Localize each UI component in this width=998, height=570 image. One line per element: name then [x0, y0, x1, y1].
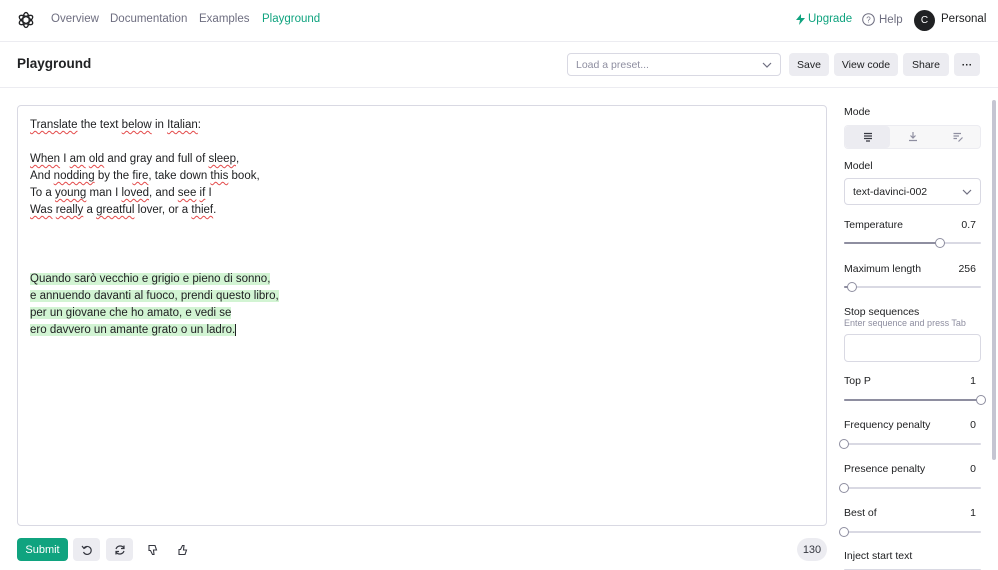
top-nav: Overview Documentation Examples Playgrou… [0, 0, 998, 42]
header-divider [0, 87, 998, 88]
max-length-label: Maximum length [844, 263, 922, 275]
nav-examples[interactable]: Examples [199, 13, 250, 25]
undo-button[interactable] [73, 538, 100, 561]
temperature-label: Temperature [844, 219, 903, 231]
help-label: Help [879, 13, 903, 26]
account-name[interactable]: Personal [941, 13, 986, 25]
sidebar-scrollbar[interactable] [992, 100, 996, 460]
chevron-down-icon [962, 189, 972, 195]
mode-complete[interactable] [845, 126, 890, 148]
prompt-line: To a young man I loved, and see if I [30, 187, 212, 199]
slider-track [844, 487, 981, 489]
max-length-slider[interactable] [844, 282, 981, 292]
mode-label: Mode [844, 106, 871, 118]
bolt-icon [796, 13, 805, 25]
frequency-penalty-label: Frequency penalty [844, 419, 931, 431]
nav-documentation[interactable]: Documentation [110, 13, 187, 25]
presence-penalty-slider[interactable] [839, 483, 981, 493]
temperature-slider[interactable] [844, 238, 981, 248]
top-p-label: Top P [844, 375, 871, 387]
submit-button[interactable]: Submit [17, 538, 68, 561]
top-p-value[interactable]: 1 [970, 375, 976, 387]
completion-line: e annuendo davanti al fuoco, prendi ques… [30, 290, 279, 302]
share-button[interactable]: Share [903, 53, 949, 76]
prompt-editor[interactable]: Translate the text below in Italian: Whe… [17, 105, 827, 526]
preset-placeholder: Load a preset... [576, 59, 649, 71]
prompt-line: Was really a greatful lover, or a thief. [30, 204, 217, 216]
completion-line: ero davvero un amante grato o un ladro. [30, 324, 236, 336]
slider-track [844, 443, 981, 445]
slider-thumb[interactable] [934, 238, 945, 248]
svg-text:?: ? [866, 16, 871, 25]
mode-selector [844, 125, 981, 149]
best-of-slider[interactable] [839, 527, 981, 537]
frequency-penalty-slider[interactable] [839, 439, 981, 449]
mode-insert[interactable] [890, 126, 935, 148]
view-code-button[interactable]: View code [834, 53, 898, 76]
page-title: Playground [17, 56, 92, 71]
top-p-slider[interactable] [844, 395, 986, 405]
model-select[interactable]: text-davinci-002 [844, 178, 981, 205]
mode-edit[interactable] [935, 126, 980, 148]
slider-fill [844, 399, 981, 401]
nav-playground[interactable]: Playground [262, 13, 320, 25]
model-label: Model [844, 160, 873, 172]
complete-mode-icon [863, 132, 872, 142]
undo-icon [81, 545, 92, 555]
stop-sequences-input[interactable] [844, 334, 981, 362]
more-options-button[interactable]: ··· [954, 53, 980, 76]
avatar[interactable]: C [914, 10, 935, 31]
slider-thumb[interactable] [839, 439, 849, 449]
openai-logo-icon[interactable] [16, 10, 36, 30]
regenerate-button[interactable] [106, 538, 133, 561]
best-of-value[interactable]: 1 [970, 507, 976, 519]
completion-line: Quando sarò vecchio e grigio e pieno di … [30, 273, 271, 285]
edit-mode-icon [953, 132, 963, 142]
insert-mode-icon [908, 132, 917, 142]
inject-start-text-slider[interactable] [844, 565, 981, 570]
slider-track [844, 286, 981, 288]
slider-track [844, 531, 981, 533]
presence-penalty-value[interactable]: 0 [970, 463, 976, 475]
text-caret [235, 323, 237, 336]
help-link[interactable]: ? Help [862, 13, 903, 26]
token-count: 130 [797, 538, 827, 561]
nav-overview[interactable]: Overview [51, 13, 99, 25]
slider-thumb[interactable] [839, 483, 849, 493]
chevron-down-icon [762, 62, 772, 68]
temperature-value[interactable]: 0.7 [961, 219, 976, 231]
prompt-line: When I am old and gray and full of sleep… [30, 153, 240, 165]
thumbs-up-icon [178, 544, 188, 555]
max-length-value[interactable]: 256 [958, 263, 976, 275]
frequency-penalty-value[interactable]: 0 [970, 419, 976, 431]
stop-sequences-label: Stop sequences [844, 306, 920, 318]
slider-thumb[interactable] [847, 282, 858, 292]
upgrade-label: Upgrade [808, 13, 853, 25]
upgrade-link[interactable]: Upgrade [796, 13, 852, 25]
thumbs-up-button[interactable] [172, 538, 194, 561]
presence-penalty-label: Presence penalty [844, 463, 926, 475]
regenerate-icon [114, 544, 125, 555]
completion-line: per un giovane che ho amato, e vedi se [30, 307, 232, 319]
preset-select[interactable]: Load a preset... [567, 53, 781, 76]
slider-fill [844, 242, 940, 244]
slider-thumb[interactable] [976, 395, 986, 405]
thumbs-down-button[interactable] [142, 538, 164, 561]
thumbs-down-icon [148, 544, 158, 555]
slider-thumb[interactable] [839, 527, 849, 537]
prompt-line: Translate the text below in Italian: [30, 119, 201, 131]
help-circle-icon: ? [862, 13, 875, 26]
stop-sequences-hint: Enter sequence and press Tab [844, 318, 966, 328]
inject-start-text-label: Inject start text [844, 550, 913, 562]
prompt-line: And nodding by the fire, take down this … [30, 170, 260, 182]
model-value: text-davinci-002 [853, 186, 928, 198]
best-of-label: Best of [844, 507, 877, 519]
save-button[interactable]: Save [789, 53, 829, 76]
